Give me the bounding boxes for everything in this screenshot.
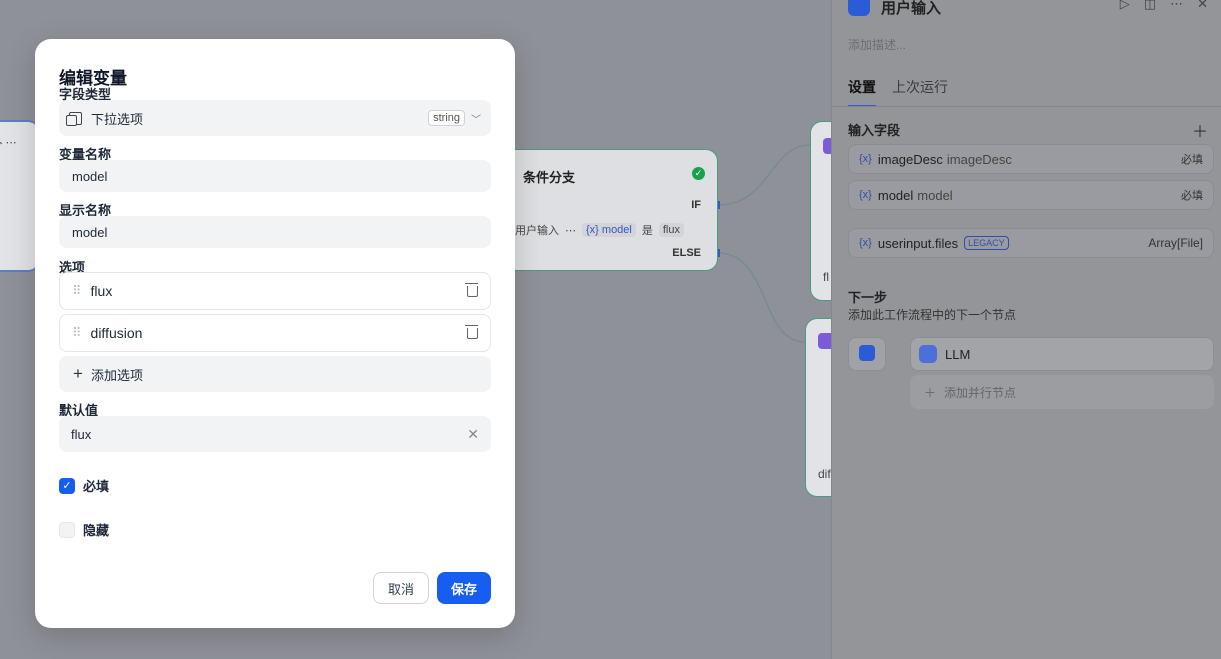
option-value[interactable]: diffusion (91, 325, 143, 341)
condition-op: 是 (641, 225, 653, 237)
node-title: 条件分支 (523, 170, 576, 185)
start-node-chip (848, 337, 886, 371)
next-node-llm[interactable]: LLM (910, 337, 1214, 371)
node-text: dif (818, 467, 831, 481)
required-badge: 必填 (1181, 154, 1203, 166)
plus-icon: + (73, 364, 83, 383)
add-parallel-label: 添加并行节点 (944, 385, 1017, 400)
run-icon[interactable]: ▷ (1120, 0, 1130, 12)
variable-icon: {x} (859, 153, 872, 165)
else-label: ELSE (672, 247, 701, 259)
required-checkbox[interactable]: ✓ 必填 (59, 476, 109, 495)
option-item[interactable]: ⠿ flux (59, 272, 491, 310)
checkbox-unchecked-icon[interactable] (59, 521, 75, 538)
check-icon: ✓ (692, 167, 705, 180)
trash-icon[interactable] (465, 324, 478, 339)
tab-settings[interactable]: 设置 (848, 77, 876, 107)
condition-source: 用户输入 (515, 225, 559, 237)
partial-node-left[interactable]: ▷ ⋯ 填 填 (0, 120, 40, 272)
default-value-select[interactable]: flux ✕ (59, 416, 491, 452)
if-label: IF (691, 199, 701, 211)
clear-icon[interactable]: ✕ (467, 426, 479, 443)
more-icon[interactable]: ⋯ (1170, 0, 1183, 12)
field-var: model (877, 187, 914, 203)
hidden-label: 隐藏 (83, 523, 110, 538)
next-step-title: 下一步 (848, 290, 888, 305)
panel-tabs: 设置 上次运行 (848, 77, 948, 107)
system-field-row: {x} userinput.files LEGACY Array[File] (848, 228, 1214, 258)
close-icon[interactable]: ✕ (1197, 0, 1208, 12)
drag-handle-icon[interactable]: ⠿ (72, 325, 81, 341)
type-badge: string (428, 110, 465, 126)
display-name-input[interactable]: model (59, 216, 491, 248)
layout-icon[interactable]: ◫ (1144, 0, 1156, 12)
plus-icon: ＋ (924, 385, 937, 400)
required-label: 必填 (83, 479, 110, 494)
divider (832, 106, 1221, 107)
drag-handle-icon[interactable]: ⠿ (72, 283, 81, 299)
chevron-down-icon: ﹀ (471, 114, 481, 126)
tab-last-run[interactable]: 上次运行 (892, 77, 948, 107)
field-type-value: 下拉选项 (91, 111, 144, 127)
next-step-subtitle: 添加此工作流程中的下一个节点 (848, 308, 1017, 322)
required-badge: 必填 (1181, 190, 1203, 202)
option-item[interactable]: ⠿ diffusion (59, 314, 491, 352)
option-value[interactable]: flux (91, 283, 113, 299)
variable-icon: {x} (859, 237, 872, 249)
add-option-label: 添加选项 (90, 367, 143, 383)
node-text: fl (823, 270, 829, 284)
run-icon[interactable]: ▷ ⋯ (0, 136, 17, 149)
copy-icon (66, 111, 82, 126)
variable-icon: {x} (859, 189, 872, 201)
add-option-button[interactable]: + 添加选项 (59, 356, 491, 392)
trash-icon[interactable] (465, 282, 478, 297)
condition-var: {x} model (582, 223, 636, 237)
llm-icon (919, 345, 937, 363)
next-node-label: LLM (945, 346, 971, 362)
field-label: imageDesc (946, 151, 1012, 167)
home-icon (848, 0, 870, 16)
edit-variable-dialog: 编辑变量 字段类型 下拉选项 string ﹀ 变量名称 model 显示名称 … (35, 39, 515, 628)
add-parallel-node-button[interactable]: ＋ 添加并行节点 (910, 375, 1214, 409)
panel-title[interactable]: 用户输入 (881, 0, 941, 18)
field-var: imageDesc (877, 151, 943, 167)
field-type: Array[File] (1148, 236, 1203, 250)
save-button[interactable]: 保存 (437, 572, 491, 604)
more-icon: ⋯ (565, 224, 576, 237)
description-input[interactable]: 添加描述... (848, 36, 906, 53)
field-type-select[interactable]: 下拉选项 string ﹀ (59, 100, 491, 136)
hidden-checkbox[interactable]: 隐藏 (59, 520, 109, 539)
default-value: flux (71, 426, 92, 442)
checkbox-checked-icon[interactable]: ✓ (59, 477, 75, 494)
add-field-icon[interactable]: ＋ (1192, 118, 1208, 142)
node-settings-panel[interactable]: 用户输入 ▷ ◫ ⋯ ✕ 添加描述... 设置 上次运行 输入字段 ＋ {x} … (831, 0, 1221, 659)
condition-row[interactable]: 用户输入 ⋯ {x} model 是 flux (515, 222, 684, 238)
field-label: model (917, 187, 953, 203)
field-var: userinput.files (877, 235, 959, 251)
branch-node[interactable]: 条件分支 ✓ IF 用户输入 ⋯ {x} model 是 flux ELSE (495, 149, 718, 271)
input-fields-label: 输入字段 (848, 123, 901, 138)
input-field-row[interactable]: {x} model model 必填 (848, 180, 1214, 210)
variable-name-input[interactable]: model (59, 160, 491, 192)
panel-actions: ▷ ◫ ⋯ ✕ (1120, 0, 1208, 12)
input-field-row[interactable]: {x} imageDesc imageDesc 必填 (848, 144, 1214, 174)
condition-value: flux (658, 223, 684, 237)
legacy-badge: LEGACY (964, 236, 1009, 250)
cancel-button[interactable]: 取消 (373, 572, 429, 604)
